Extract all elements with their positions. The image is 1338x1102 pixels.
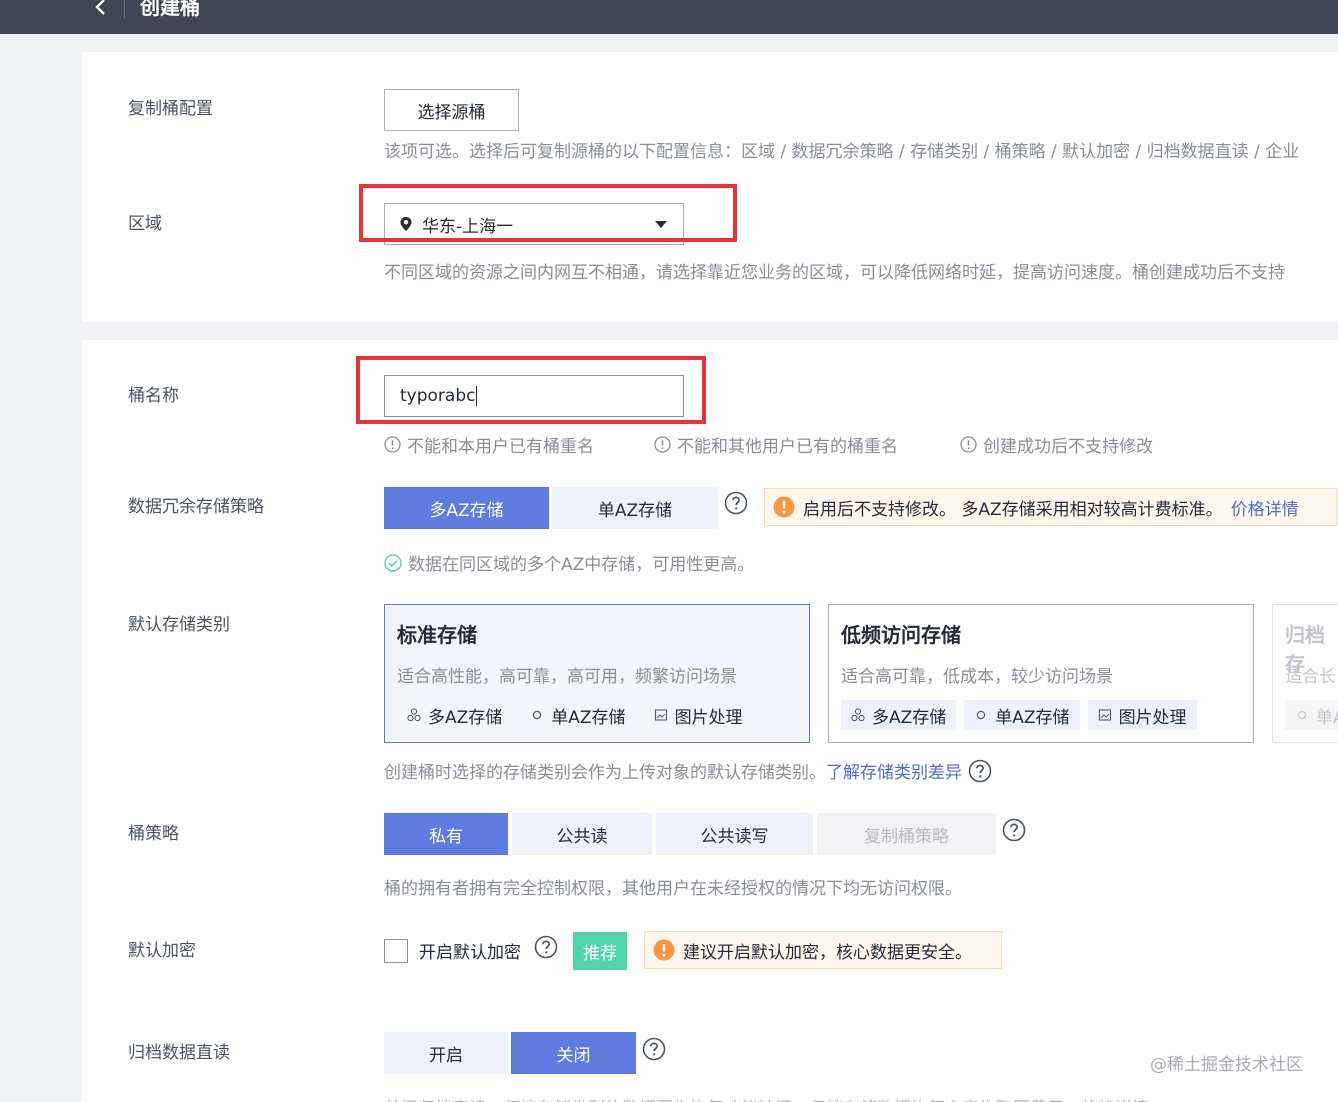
redundancy-option-single-az[interactable]: 单AZ存储	[552, 487, 718, 529]
policy-hint: 桶的拥有者拥有完全控制权限，其他用户在未经授权的情况下均无访问权限。	[384, 879, 962, 899]
region-hint: 不同区域的资源之间内网互不相通，请选择靠近您业务的区域，可以降低网络时延，提高访…	[384, 263, 1285, 283]
bucket-name-label: 桶名称	[128, 386, 179, 406]
storage-class-diff-link[interactable]: 了解存储类别差异	[826, 758, 962, 783]
storage-card-archive[interactable]: 归档存 适合长 单A	[1272, 604, 1338, 743]
encryption-label: 默认加密	[128, 941, 196, 961]
title-divider	[124, 0, 125, 18]
top-bar: 创建桶	[0, 0, 1338, 34]
policy-option-copy[interactable]: 复制桶策略	[817, 813, 996, 855]
bucket-name-rule-3: 创建成功后不支持修改	[960, 432, 1153, 457]
watermark: @稀土掘金技术社区	[1150, 1055, 1303, 1075]
highlight-box-region	[359, 184, 737, 242]
encryption-checkbox[interactable]	[384, 939, 408, 963]
storage-card-standard[interactable]: 标准存储 适合高性能，高可靠，高可用，频繁访问场景 多AZ存储 单AZ存储 图片…	[384, 604, 810, 743]
help-icon[interactable]	[642, 1037, 666, 1061]
archive-option-off[interactable]: 关闭	[511, 1032, 636, 1074]
policy-option-public-read[interactable]: 公共读	[512, 813, 652, 855]
recommend-badge: 推荐	[573, 932, 627, 970]
redundancy-ok-hint: 数据在同区域的多个AZ中存储，可用性更高。	[384, 550, 754, 575]
policy-option-private[interactable]: 私有	[384, 813, 508, 855]
multi-az-icon	[851, 708, 865, 722]
tag-multi-az: 多AZ存储	[841, 700, 957, 730]
warning-icon	[653, 939, 675, 961]
page-title: 创建桶	[140, 0, 200, 19]
storage-class-label: 默认存储类别	[128, 615, 230, 635]
bucket-name-rule-2: 不能和其他用户已有的桶重名	[654, 432, 898, 457]
archive-hint: 关闭归档直读，归档存储类别的数据要先恢复才能访问。归档存储数据恢复会产生取回费用…	[384, 1094, 1149, 1102]
image-icon	[654, 709, 667, 721]
info-circle-icon	[384, 436, 401, 453]
single-az-icon	[977, 710, 986, 720]
region-label: 区域	[128, 214, 162, 234]
info-circle-icon	[960, 436, 977, 453]
redundancy-label: 数据冗余存储策略	[128, 497, 264, 517]
archive-label: 归档数据直读	[128, 1043, 230, 1063]
bucket-name-rule-1: 不能和本用户已有桶重名	[384, 432, 594, 457]
redundancy-warning: 启用后不支持修改。 多AZ存储采用相对较高计费标准。 价格详情	[764, 488, 1338, 526]
help-icon[interactable]	[534, 935, 558, 959]
image-icon	[1098, 709, 1111, 721]
policy-label: 桶策略	[128, 824, 179, 844]
back-arrow-icon[interactable]	[88, 0, 114, 22]
single-az-icon	[1297, 710, 1307, 720]
copy-config-hint: 该项可选。选择后可复制源桶的以下配置信息：区域 / 数据冗余策略 / 存储类别 …	[384, 142, 1300, 162]
tag-image-processing: 图片处理	[644, 700, 753, 730]
tag-image-processing: 图片处理	[1087, 700, 1197, 730]
warning-icon	[773, 496, 795, 518]
storage-class-hint: 创建桶时选择的存储类别会作为上传对象的默认存储类别。 了解存储类别差异	[384, 758, 992, 783]
multi-az-icon	[407, 708, 421, 722]
storage-card-infrequent[interactable]: 低频访问存储 适合高可靠，低成本，较少访问场景 多AZ存储 单AZ存储 图片处理	[828, 604, 1254, 743]
select-source-bucket-button[interactable]: 选择源桶	[384, 89, 519, 131]
help-icon[interactable]	[724, 491, 748, 515]
tag-single-az: 单AZ存储	[520, 700, 635, 730]
help-icon[interactable]	[968, 759, 992, 783]
copy-config-label: 复制桶配置	[128, 99, 213, 119]
tag-multi-az: 多AZ存储	[397, 700, 512, 730]
check-circle-icon	[384, 553, 402, 572]
tag-single-az: 单A	[1285, 700, 1338, 730]
policy-option-public-read-write[interactable]: 公共读写	[656, 813, 813, 855]
redundancy-option-multi-az[interactable]: 多AZ存储	[384, 487, 549, 529]
info-circle-icon	[654, 436, 671, 453]
archive-option-on[interactable]: 开启	[384, 1032, 508, 1074]
single-az-icon	[533, 710, 542, 720]
encryption-checkbox-label[interactable]: 开启默认加密	[419, 938, 521, 963]
highlight-box-bucket-name	[356, 356, 706, 424]
price-details-link[interactable]: 价格详情	[1231, 495, 1299, 520]
tag-single-az: 单AZ存储	[964, 700, 1080, 730]
encryption-warning: 建议开启默认加密，核心数据更安全。	[644, 931, 1002, 969]
help-icon[interactable]	[1002, 818, 1026, 842]
